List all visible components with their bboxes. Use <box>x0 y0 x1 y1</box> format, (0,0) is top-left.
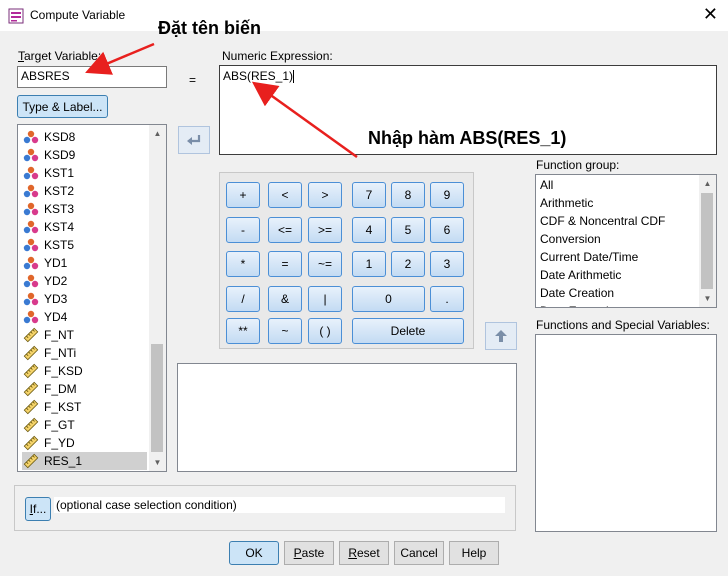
compute-variable-dialog: Compute Variable ✕ Target Variable: ABSR… <box>0 0 728 576</box>
annotation-enter-function: Nhập hàm ABS(RES_1) <box>368 128 567 148</box>
annotation-arrow-target <box>85 42 155 75</box>
annotation-arrow-expression <box>251 81 358 159</box>
annotation-overlay <box>85 42 358 159</box>
annotation-name-variable: Đặt tên biến <box>158 18 262 38</box>
